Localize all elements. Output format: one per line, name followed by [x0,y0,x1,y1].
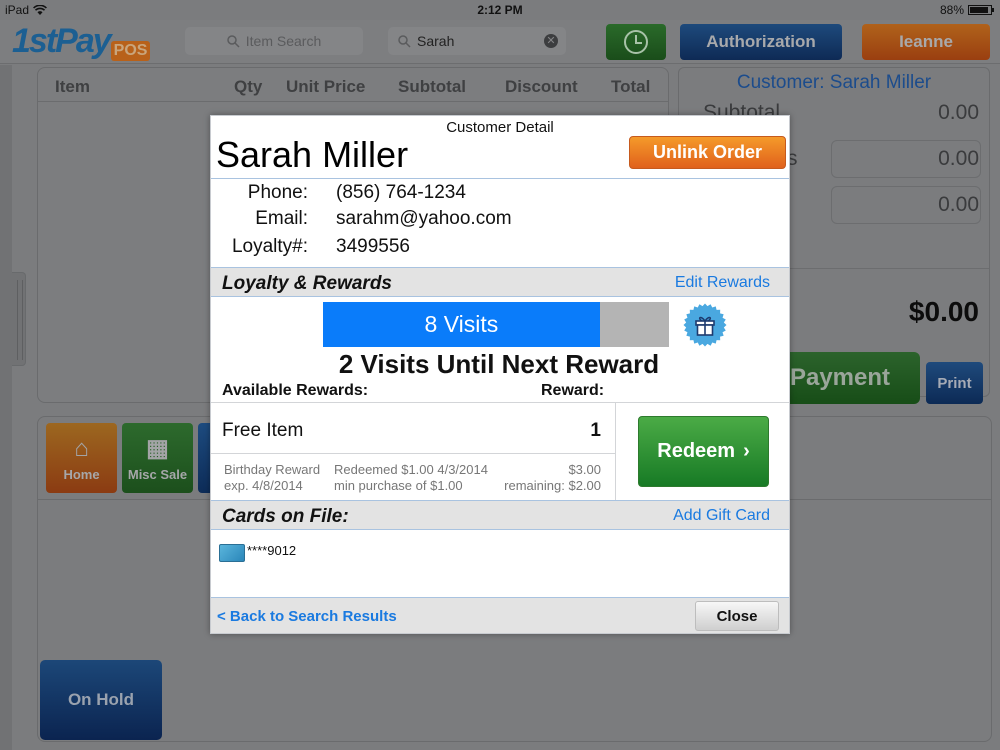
customer-detail-modal: Customer Detail Sarah Miller Unlink Orde… [210,115,790,634]
battery-icon [968,5,994,15]
chevron-right-icon: › [743,440,750,462]
email-value: sarahm@yahoo.com [336,208,512,229]
edit-rewards-link[interactable]: Edit Rewards [675,274,770,292]
drawer-handle[interactable] [12,272,26,366]
visits-label: 8 Visits [424,311,499,337]
gift-icon [683,303,727,347]
column-header: Discount [505,77,578,96]
loyalty-number-label: Loyalty#: [231,236,308,257]
home-icon: ⌂ [74,435,89,462]
redeem-button[interactable]: Redeem › [638,416,769,487]
loyalty-section-header: Loyalty & Rewards Edit Rewards [211,267,789,297]
reward-list: Free Item 1 Birthday Reward exp. 4/8/201… [211,402,789,501]
phone-value: (856) 764-1234 [336,182,466,203]
cards-section-title: Cards on File: [222,506,349,527]
column-header: Subtotal [398,77,466,96]
tax-value: 0.00 [938,193,979,216]
reward-name: Free Item [222,420,304,441]
tile-label: Misc Sale [127,467,188,482]
misc-sale-tile[interactable]: ▦ Misc Sale [122,423,193,493]
app-logo: 1stPay POS [12,22,151,61]
status-bar: iPad 2:12 PM 88% [0,0,1000,20]
customer-search-input[interactable]: Sarah ✕ [388,27,566,55]
customer-search-value: Sarah [417,33,455,49]
battery-percent: 88% [939,3,964,17]
clock-icon [624,30,648,54]
clock-time: 2:12 PM [477,3,523,17]
cards-section-header: Cards on File: Add Gift Card [211,500,789,530]
item-search-placeholder: Item Search [245,33,322,49]
calculator-icon: ▦ [146,435,169,462]
email-label: Email: [255,208,308,229]
customer-name: Sarah Miller [216,134,409,175]
back-to-search-results-link[interactable]: < Back to Search Results [217,608,397,625]
reward-amount: $3.00 remaining: $2.00 [504,462,601,493]
available-rewards-header: Available Rewards: [222,382,369,399]
card-on-file[interactable]: ****9012 [219,542,297,562]
column-header: Qty [234,77,263,96]
reward-type: Birthday Reward exp. 4/8/2014 [224,462,321,493]
clear-search-icon[interactable]: ✕ [544,34,558,48]
redeem-label: Redeem [657,440,736,462]
reward-qty: 1 [590,420,601,441]
side-rail [0,65,12,750]
discount-value: 0.00 [938,147,979,170]
visits-progress-bar: 8 Visits [323,302,669,347]
time-clock-button[interactable] [606,24,666,60]
item-search-input[interactable]: Item Search [185,27,363,55]
subtotal-value: 0.00 [938,101,979,124]
card-number: ****9012 [247,542,297,558]
column-header: Item [55,77,90,96]
unlink-order-button[interactable]: Unlink Order [629,136,786,169]
print-button[interactable]: Print [926,362,983,404]
visits-until-reward: 2 Visits Until Next Reward [338,349,660,379]
add-gift-card-link[interactable]: Add Gift Card [673,507,770,525]
search-icon [398,34,411,48]
close-button[interactable]: Close [695,601,779,631]
phone-label: Phone: [247,182,308,203]
modal-footer: < Back to Search Results Close [211,597,789,633]
column-header: Total [611,77,651,96]
tile-label: Home [63,467,100,482]
home-tile[interactable]: ⌂ Home [46,423,117,493]
search-icon [227,34,240,48]
linked-customer-label[interactable]: Customer: Sarah Miller [679,72,989,94]
on-hold-button[interactable]: On Hold [40,660,162,740]
top-bar: 1stPay POS Item Search Sarah ✕ Authorizat… [0,20,1000,64]
order-table-header: Item Qty Unit Price Subtotal Discount To… [38,68,668,102]
authorization-button[interactable]: Authorization [680,24,842,60]
reward-header: Reward: [541,382,605,399]
column-header: Unit Price [286,77,366,96]
grand-total: $0.00 [908,296,979,327]
reward-redemption: Redeemed $1.00 4/3/2014 min purchase of … [334,462,488,493]
user-button[interactable]: Ieanne [862,24,990,60]
loyalty-section-title: Loyalty & Rewards [222,273,392,294]
credit-card-icon [219,544,245,562]
reward-item[interactable]: Free Item 1 Birthday Reward exp. 4/8/201… [211,403,616,501]
loyalty-number-value: 3499556 [336,236,410,257]
